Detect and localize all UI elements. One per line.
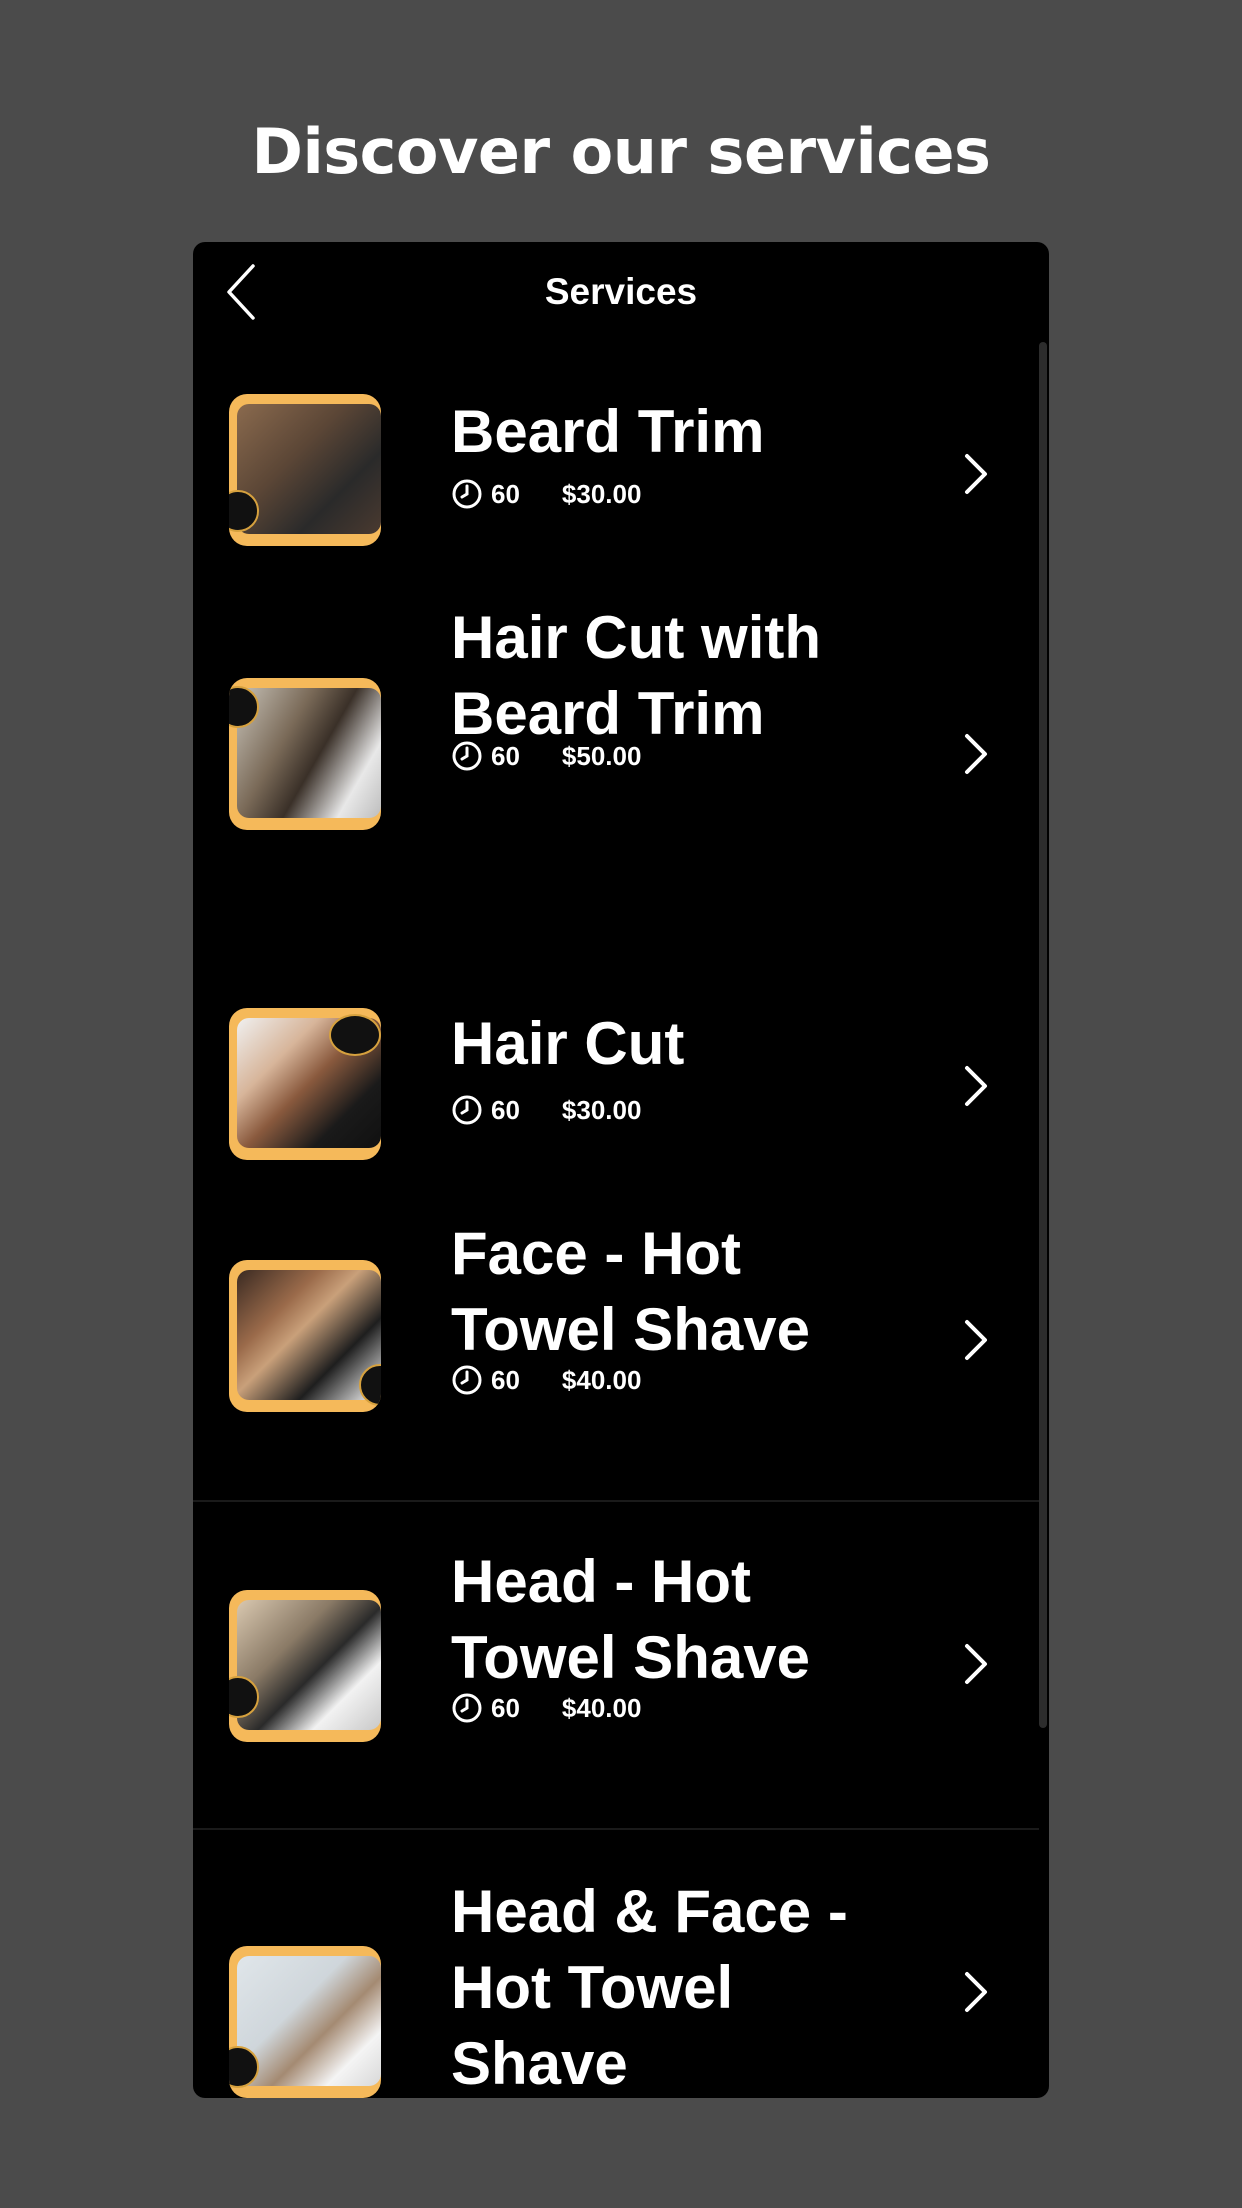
service-price: $40.00	[561, 1365, 642, 1396]
service-row-hair-cut[interactable]: Hair Cut 60 $30.00	[193, 918, 1039, 1208]
service-title: Beard Trim	[451, 398, 765, 465]
service-thumbnail	[229, 1260, 381, 1412]
service-price: $50.00	[561, 741, 642, 772]
service-row-beard-trim[interactable]: Beard Trim 60 $30.00	[193, 358, 1039, 588]
service-title: Hair Cut	[451, 1010, 685, 1077]
service-duration: 60	[491, 1693, 520, 1724]
service-meta: 60 $30.00	[451, 1088, 641, 1128]
service-title: Head & Face - Hot Towel Shave	[451, 1878, 848, 2097]
service-duration: 60	[491, 479, 520, 510]
services-list[interactable]: Beard Trim 60 $30.00 Hair Cut with Beard …	[193, 242, 1039, 2098]
service-thumbnail	[229, 678, 381, 830]
chevron-right-icon[interactable]	[963, 1970, 989, 2014]
service-meta: 60 $40.00	[451, 1358, 641, 1398]
service-price: $30.00	[561, 1095, 642, 1126]
service-meta: 60 $40.00	[451, 1686, 641, 1726]
chevron-right-icon[interactable]	[963, 1064, 989, 1108]
service-thumbnail	[229, 1946, 381, 2098]
app-screen: Beard Trim 60 $30.00 Hair Cut with Beard …	[193, 242, 1049, 2098]
clock-icon	[452, 1365, 482, 1395]
page-heading: Discover our services	[251, 115, 991, 188]
service-row-head-hot-towel-shave[interactable]: Head - Hot Towel Shave 60 $40.00	[193, 1500, 1039, 1830]
service-thumbnail	[229, 1590, 381, 1742]
service-thumbnail	[229, 1008, 381, 1160]
service-title: Hair Cut with Beard Trim	[451, 604, 821, 747]
clock-icon	[452, 1095, 482, 1125]
nav-title: Services	[544, 271, 698, 312]
chevron-right-icon[interactable]	[963, 1318, 989, 1362]
clock-icon	[452, 741, 482, 771]
service-meta: 60 $30.00	[451, 472, 641, 512]
chevron-right-icon[interactable]	[963, 452, 989, 496]
service-duration: 60	[491, 1095, 520, 1126]
service-duration: 60	[491, 741, 520, 772]
service-duration: 60	[491, 1365, 520, 1396]
clock-icon	[452, 1693, 482, 1723]
service-meta: 60 $50.00	[451, 734, 641, 774]
service-price: $30.00	[561, 479, 642, 510]
nav-bar: Services	[193, 242, 1049, 342]
chevron-right-icon[interactable]	[963, 1642, 989, 1686]
service-row-head-face-hot-towel-shave[interactable]: Head & Face - Hot Towel Shave	[193, 1828, 1039, 2098]
chevron-right-icon[interactable]	[963, 732, 989, 776]
service-title: Head - Hot Towel Shave	[451, 1548, 811, 1691]
clock-icon	[452, 479, 482, 509]
service-price: $40.00	[561, 1693, 642, 1724]
scrollbar[interactable]	[1039, 342, 1047, 1728]
service-row-hair-cut-with-beard-trim[interactable]: Hair Cut with Beard Trim 60 $50.00	[193, 592, 1039, 918]
service-title: Face - Hot Towel Shave	[451, 1220, 811, 1363]
service-thumbnail	[229, 394, 381, 546]
service-row-face-hot-towel-shave[interactable]: Face - Hot Towel Shave 60 $40.00	[193, 1208, 1039, 1500]
